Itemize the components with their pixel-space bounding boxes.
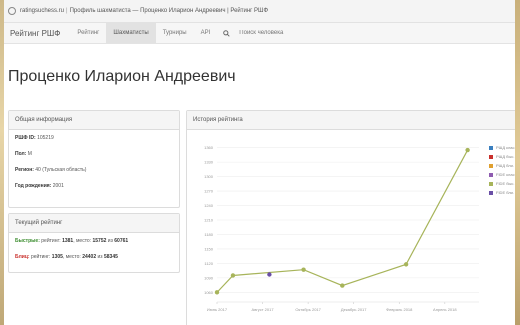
rating-row-blitz: Блиц: рейтинг: 1305, место: 24402 из 583… — [9, 249, 179, 265]
fast-place-value: 15752 — [92, 238, 107, 244]
brand-logo[interactable]: Рейтинг РШФ — [10, 29, 60, 38]
fast-of-value: 60761 — [114, 238, 129, 244]
x-tick-label: Февраль 2018 — [386, 307, 413, 312]
legend-label: РШД бли. — [496, 163, 514, 168]
y-tick-label: 1090 — [204, 275, 214, 280]
x-tick-label: Октябрь 2017 — [295, 307, 321, 312]
tab-title[interactable]: Профиль шахматиста — Проценко Иларион Ан… — [70, 8, 269, 14]
legend-swatch-2 — [489, 163, 493, 168]
fast-label: Быстрые: — [15, 238, 40, 244]
legend-item[interactable]: РШД клас. — [489, 143, 515, 152]
series-line — [216, 149, 469, 293]
data-point — [267, 272, 272, 277]
chart-legend: РШД клас. РШД быс. РШД бли. FIDE клас. F… — [489, 143, 515, 197]
legend-label: РШД быс. — [496, 154, 515, 159]
fast-rating-text: рейтинг: — [41, 238, 61, 244]
legend-item[interactable]: РШД бли. — [489, 161, 515, 170]
legend-item[interactable]: FIDE быс. — [489, 179, 515, 188]
general-info-panel: Общая информация РШФ ID: 105219 Пол: M Р… — [8, 110, 180, 208]
blitz-place-text: , место: — [62, 254, 81, 260]
data-point — [214, 290, 220, 295]
info-row-id: РШФ ID: 105219 — [9, 130, 179, 146]
y-tick-label: 1300 — [204, 174, 214, 179]
rating-history-panel: История рейтинга 1060 1090 1120 1150 1180 121… — [186, 110, 515, 325]
y-tick-label: 1270 — [204, 189, 214, 194]
x-tick-label: Апрель 2018 — [433, 307, 457, 312]
info-label: Год рождения: — [15, 183, 52, 189]
legend-item[interactable]: РШД быс. — [489, 152, 515, 161]
blitz-rating-text: рейтинг: — [30, 254, 51, 260]
info-value: 40 (Тульская область) — [35, 167, 87, 173]
fast-rating-value: 1381 — [62, 238, 74, 244]
y-tick-label: 1060 — [204, 290, 214, 295]
url-text[interactable]: ratingsuchess.ru — [20, 8, 64, 14]
fast-of-text: из — [107, 238, 113, 244]
y-tick-label: 1150 — [204, 246, 213, 251]
search-icon[interactable] — [219, 23, 233, 43]
current-rating-heading: Текущий рейтинг — [9, 214, 179, 233]
y-tick-label: 1360 — [204, 145, 214, 150]
nav-item-tournaments[interactable]: Турниры — [156, 23, 194, 43]
y-tick-label: 1240 — [204, 203, 214, 208]
info-row-region: Регион: 40 (Тульская область) — [9, 162, 179, 178]
info-row-birth-year: Год рождения: 2001 — [9, 178, 179, 194]
legend-swatch-3 — [489, 172, 493, 177]
page-title: Проценко Иларион Андреевич — [8, 68, 236, 85]
rating-history-chart: 1060 1090 1120 1150 1180 1210 1240 1270 1300 1330… — [204, 145, 479, 312]
blitz-of-value: 58345 — [104, 254, 118, 260]
y-tick-label: 1330 — [204, 160, 214, 165]
legend-label: FIDE быс. — [496, 181, 515, 186]
legend-label: FIDE клас. — [496, 172, 515, 177]
legend-swatch-1 — [489, 154, 493, 159]
data-point — [340, 283, 345, 288]
current-rating-panel: Текущий рейтинг Быстрые: рейтинг: 1381, … — [8, 213, 180, 273]
search-input[interactable] — [237, 29, 362, 37]
nav-item-rating[interactable]: Рейтинг — [70, 23, 106, 43]
x-tick-label: Декабрь 2017 — [341, 307, 367, 312]
legend-swatch-5 — [489, 190, 493, 195]
y-tick-label: 1210 — [204, 218, 214, 223]
navbar: Рейтинг РШФ Рейтинг Шахматисты Турниры A… — [4, 23, 515, 44]
rating-row-fast: Быстрые: рейтинг: 1381, место: 15752 из … — [9, 233, 179, 249]
y-tick-label: 1120 — [204, 261, 213, 266]
info-label: Регион: — [15, 167, 34, 173]
blitz-label: Блиц: — [15, 254, 30, 260]
legend-swatch-4 — [489, 181, 493, 186]
browser-titlebar: ratingsuchess.ru | Профиль шахматиста — … — [4, 0, 515, 23]
info-value: 2001 — [52, 183, 64, 189]
info-label: РШФ ID: — [15, 135, 36, 141]
data-point — [465, 147, 470, 153]
legend-label: РШД клас. — [496, 145, 515, 150]
legend-label: FIDE бли. — [496, 190, 515, 195]
data-point — [403, 262, 409, 267]
rating-history-heading: История рейтинга — [187, 111, 515, 130]
legend-item[interactable]: FIDE клас. — [489, 170, 515, 179]
nav-item-players[interactable]: Шахматисты — [106, 23, 156, 43]
info-label: Пол: — [15, 151, 27, 157]
x-tick-label: Июнь 2017 — [207, 307, 228, 312]
blitz-rating-value: 1305 — [51, 254, 63, 260]
browser-window: ratingsuchess.ru | Профиль шахматиста — … — [4, 0, 515, 325]
info-value: 105219 — [37, 135, 54, 141]
x-tick-label: Август 2017 — [252, 307, 275, 312]
blitz-of-text: из — [97, 254, 103, 260]
nav-item-api[interactable]: API — [194, 23, 218, 43]
y-tick-label: 1180 — [204, 232, 213, 237]
fast-place-text: , место: — [73, 238, 92, 244]
info-value: M — [27, 151, 32, 157]
title-separator: | — [66, 8, 68, 14]
globe-icon — [8, 7, 16, 15]
info-row-gender: Пол: M — [9, 146, 179, 162]
blitz-place-value: 24402 — [82, 254, 97, 260]
data-point — [301, 267, 306, 272]
legend-swatch-0 — [489, 145, 493, 150]
legend-item[interactable]: FIDE бли. — [489, 188, 515, 197]
data-point — [230, 273, 236, 278]
general-info-heading: Общая информация — [9, 111, 179, 130]
